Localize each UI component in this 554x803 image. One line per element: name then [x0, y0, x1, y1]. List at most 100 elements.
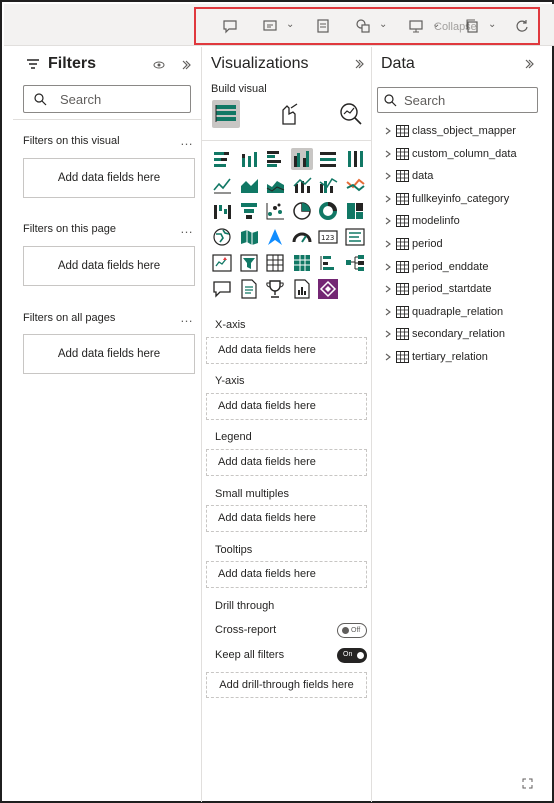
area-chart-icon[interactable]	[238, 174, 260, 196]
expand-icon[interactable]	[522, 778, 533, 789]
table-name: class_object_mapper	[412, 125, 516, 137]
donut-chart-icon[interactable]	[317, 200, 339, 222]
visualizations-title: Visualizations	[211, 55, 309, 72]
filters-pane: Filters Search Filters on this visual … …	[13, 47, 202, 802]
narrative-icon[interactable]	[238, 278, 260, 300]
line-chart-icon[interactable]	[211, 174, 233, 196]
map-icon[interactable]	[211, 226, 233, 248]
chevron-right-icon[interactable]	[383, 171, 393, 181]
paginated-report-icon[interactable]	[291, 278, 313, 300]
table-name: secondary_relation	[412, 328, 505, 341]
toolbar-highlight-box	[194, 7, 540, 45]
table-icon	[396, 170, 409, 183]
analytics-tab[interactable]	[337, 100, 365, 128]
data-title: Data	[381, 55, 415, 72]
table-icon	[396, 192, 409, 205]
filters-search-input[interactable]: Search	[23, 85, 191, 113]
chevron-right-icon[interactable]	[383, 126, 393, 136]
ribbon-chart-icon[interactable]	[344, 174, 366, 196]
x-axis-dropzone[interactable]: Add data fields here	[206, 337, 367, 364]
chevron-right-icon[interactable]	[383, 307, 393, 317]
funnel-chart-icon[interactable]	[238, 200, 260, 222]
toggle-knob	[357, 652, 364, 659]
filled-map-icon[interactable]	[238, 226, 260, 248]
build-visual-tab[interactable]	[212, 100, 240, 128]
table-icon	[396, 260, 409, 273]
keep-all-filters-toggle[interactable]: On	[337, 648, 367, 663]
slicer-icon[interactable]	[238, 252, 260, 274]
collapse-data-icon[interactable]	[523, 58, 535, 70]
cross-report-label: Cross-report	[215, 624, 277, 636]
search-icon	[34, 93, 47, 106]
tooltips-title: Tooltips	[215, 544, 253, 556]
power-apps-icon[interactable]	[317, 278, 339, 300]
pie-chart-icon[interactable]	[291, 200, 313, 222]
chevron-right-icon[interactable]	[383, 239, 393, 249]
key-influencers-icon[interactable]	[317, 252, 339, 274]
keep-all-filters-label: Keep all filters	[215, 649, 285, 661]
eye-icon[interactable]	[153, 59, 165, 71]
more-options-icon[interactable]: …	[180, 133, 193, 148]
100-stacked-bar-chart-icon[interactable]	[317, 148, 339, 170]
line-clustered-column-icon[interactable]	[317, 174, 339, 196]
clustered-bar-chart-icon[interactable]	[264, 148, 286, 170]
qna-icon[interactable]	[211, 278, 233, 300]
data-search-placeholder: Search	[404, 93, 446, 108]
data-search-input[interactable]: Search	[377, 87, 538, 113]
treemap-icon[interactable]	[344, 200, 366, 222]
collapse-filters-icon[interactable]	[180, 59, 192, 71]
scatter-chart-icon[interactable]	[264, 200, 286, 222]
kpi-icon[interactable]	[211, 252, 233, 274]
table-name: custom_column_data	[412, 147, 517, 160]
table-icon	[396, 283, 409, 296]
table-name: period_startdate	[412, 283, 492, 296]
stacked-bar-chart-icon[interactable]	[211, 148, 233, 170]
clustered-column-chart-icon[interactable]	[290, 148, 313, 170]
filters-on-all-pages-dropzone[interactable]: Add data fields here	[23, 334, 195, 374]
filters-on-page-title: Filters on this page	[23, 223, 116, 235]
table-name: period	[412, 238, 443, 250]
line-stacked-column-icon[interactable]	[291, 174, 313, 196]
filters-on-visual-title: Filters on this visual	[23, 135, 120, 147]
cross-report-toggle[interactable]: Off	[337, 623, 367, 638]
table-icon	[396, 215, 409, 228]
add-drill-through-dropzone[interactable]: Add drill-through fields here	[206, 672, 367, 698]
filters-on-visual-dropzone[interactable]: Add data fields here	[23, 158, 195, 198]
chevron-right-icon[interactable]	[383, 149, 393, 159]
azure-map-icon[interactable]	[264, 226, 286, 248]
format-visual-tab[interactable]	[275, 100, 303, 128]
chevron-right-icon[interactable]	[383, 262, 393, 272]
collapse-visualizations-icon[interactable]	[353, 58, 365, 70]
multi-row-card-icon[interactable]	[344, 226, 366, 248]
waterfall-chart-icon[interactable]	[211, 200, 233, 222]
toggle-state-label: On	[343, 651, 353, 658]
more-options-icon[interactable]: …	[180, 310, 193, 325]
legend-dropzone[interactable]: Add data fields here	[206, 449, 367, 476]
card-icon[interactable]: 123	[317, 226, 339, 248]
matrix-icon[interactable]	[291, 252, 313, 274]
table-name: tertiary_relation	[412, 351, 488, 363]
chevron-right-icon[interactable]	[383, 352, 393, 362]
table-icon	[396, 238, 409, 250]
stacked-column-chart-icon[interactable]	[238, 148, 260, 170]
decomposition-tree-icon[interactable]	[344, 252, 366, 274]
table-name: modelinfo	[412, 215, 460, 228]
filters-on-page-dropzone[interactable]: Add data fields here	[23, 246, 195, 286]
100-stacked-column-chart-icon[interactable]	[344, 148, 366, 170]
table-name: data	[412, 170, 434, 183]
filter-icon	[27, 59, 39, 69]
chevron-right-icon[interactable]	[383, 194, 393, 204]
y-axis-dropzone[interactable]: Add data fields here	[206, 393, 367, 420]
more-options-icon[interactable]: …	[180, 221, 193, 236]
filters-on-all-pages-title: Filters on all pages	[23, 312, 116, 324]
gauge-icon[interactable]	[291, 226, 313, 248]
tooltips-dropzone[interactable]: Add data fields here	[206, 561, 367, 588]
goals-icon[interactable]	[264, 278, 286, 300]
stacked-area-chart-icon[interactable]	[264, 174, 286, 196]
table-visual-icon[interactable]	[264, 252, 286, 274]
chevron-right-icon[interactable]	[383, 284, 393, 294]
stacked-bar-icon	[215, 105, 236, 122]
chevron-right-icon[interactable]	[383, 216, 393, 226]
chevron-right-icon[interactable]	[383, 329, 393, 339]
small-multiples-dropzone[interactable]: Add data fields here	[206, 505, 367, 532]
